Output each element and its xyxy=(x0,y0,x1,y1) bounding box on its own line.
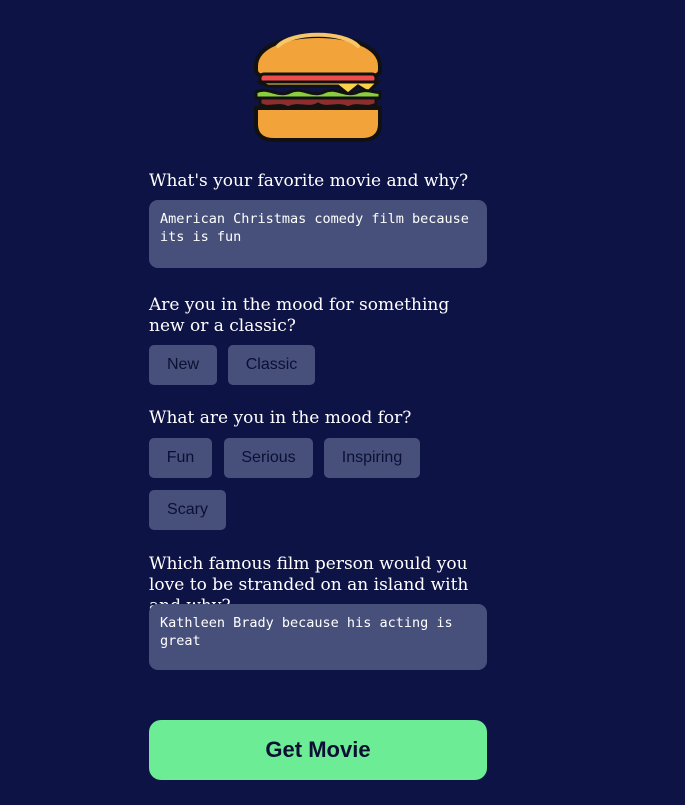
burger-icon xyxy=(248,16,388,146)
option-serious-button[interactable]: Serious xyxy=(224,438,313,478)
option-fun-button[interactable]: Fun xyxy=(149,438,212,478)
question-new-or-classic: Are you in the mood for something new or… xyxy=(149,295,450,336)
get-movie-button[interactable]: Get Movie xyxy=(149,720,487,780)
stranded-input[interactable]: Kathleen Brady because his acting is gre… xyxy=(149,604,487,670)
question-favorite-movie: What's your favorite movie and why? xyxy=(149,171,469,191)
favorite-movie-input[interactable]: American Christmas comedy film because i… xyxy=(149,200,487,268)
option-classic-button[interactable]: Classic xyxy=(228,345,315,385)
question-mood: What are you in the mood for? xyxy=(149,408,412,428)
option-scary-button[interactable]: Scary xyxy=(149,490,226,530)
option-inspiring-button[interactable]: Inspiring xyxy=(324,438,420,478)
option-new-button[interactable]: New xyxy=(149,345,217,385)
